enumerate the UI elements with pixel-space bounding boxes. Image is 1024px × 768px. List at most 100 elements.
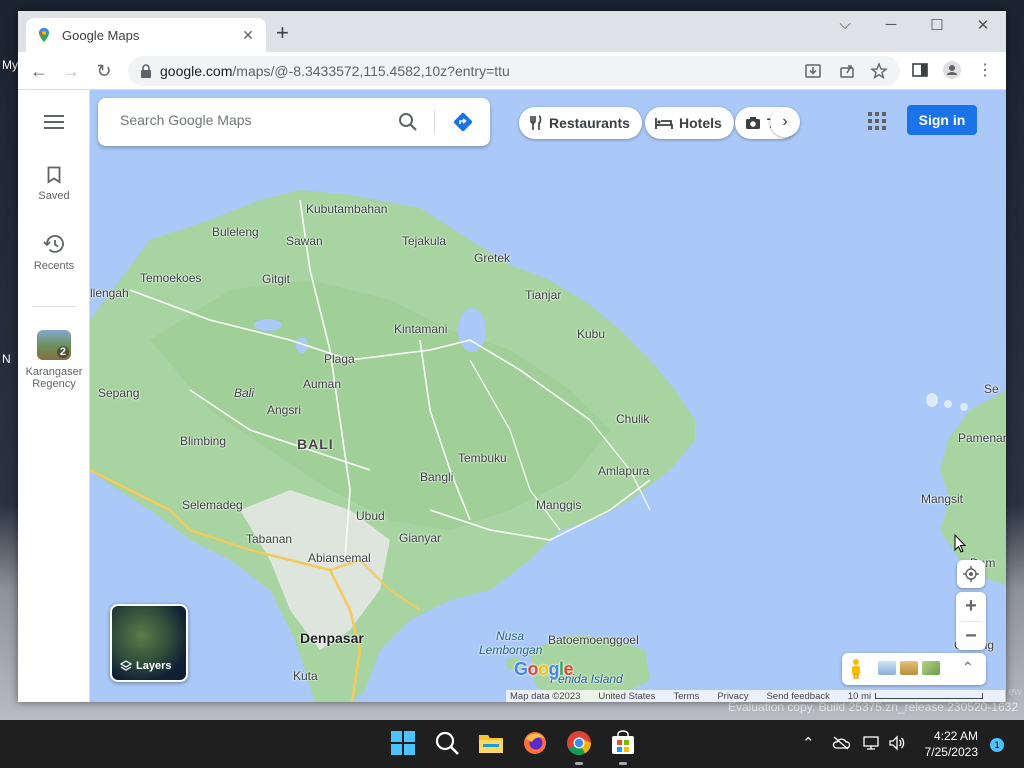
close-window-button[interactable]: ✕ (960, 16, 1006, 34)
privacy-link[interactable]: Privacy (717, 691, 748, 702)
forward-button[interactable]: → (60, 60, 82, 82)
windows-start-icon[interactable] (390, 730, 416, 756)
layers-button[interactable]: Layers (110, 604, 188, 682)
map-label[interactable]: Buleleng (212, 225, 259, 239)
map-label[interactable]: Tianjar (525, 288, 561, 302)
search-icon[interactable] (434, 730, 460, 756)
map-label[interactable]: Angsri (267, 403, 301, 417)
my-location-button[interactable] (957, 560, 985, 588)
map-label[interactable]: Chulik (616, 412, 649, 426)
new-tab-button[interactable]: + (276, 20, 289, 46)
profile-avatar-icon[interactable] (942, 60, 962, 80)
firefox-icon[interactable] (522, 730, 548, 756)
search-input[interactable] (120, 112, 380, 128)
search-icon[interactable] (398, 112, 418, 132)
send-feedback-link[interactable]: Send feedback (766, 691, 829, 702)
browser-menu-icon[interactable]: ⋮ (974, 60, 996, 82)
zoom-out-button[interactable]: − (956, 622, 986, 651)
region-link[interactable]: United States (598, 691, 655, 702)
sidebar-item-saved[interactable]: Saved (18, 166, 90, 202)
tab-close-icon[interactable]: ✕ (240, 27, 256, 44)
map-canvas[interactable]: Kubutambahan Buleleng Sawan Tejakula Gre… (90, 90, 1006, 702)
tray-overflow-chevron-icon[interactable]: ⌃ (802, 734, 815, 752)
hamburger-menu-icon[interactable] (44, 114, 64, 130)
reload-button[interactable]: ↻ (93, 60, 115, 82)
maximize-button[interactable]: ☐ (914, 16, 960, 34)
expand-chevron-icon[interactable]: ⌃ (962, 659, 974, 676)
terms-link[interactable]: Terms (673, 691, 699, 702)
map-label[interactable]: Kintamani (394, 322, 447, 336)
tab-search-chevron-icon[interactable]: ⌵ (822, 16, 868, 33)
microsoft-store-icon[interactable] (610, 730, 636, 756)
back-button[interactable]: ← (28, 60, 50, 82)
tab-google-maps[interactable]: Google Maps ✕ (26, 18, 266, 52)
map-label[interactable]: Mangsit (921, 492, 963, 506)
desktop-icon-label[interactable]: N (2, 352, 11, 366)
chip-hotels[interactable]: Hotels (645, 107, 734, 139)
scale-label[interactable]: 10 mi (848, 691, 871, 702)
map-label-region[interactable]: BALI (297, 436, 334, 452)
minimize-button[interactable]: ─ (868, 16, 914, 33)
sidebar-item-recent-place[interactable]: 2 Karangaser Regency (18, 330, 90, 390)
map-label[interactable]: Sepang (98, 386, 139, 400)
map-label[interactable]: Temoekoes (140, 271, 201, 285)
install-app-icon[interactable] (804, 62, 822, 80)
map-label[interactable]: Manggis (536, 498, 581, 512)
map-label[interactable]: Ubud (356, 509, 385, 523)
map-label[interactable]: Bangli (420, 470, 453, 484)
map-label[interactable]: Abiansemal (308, 551, 371, 565)
google-apps-icon[interactable] (868, 112, 886, 130)
zoom-in-button[interactable]: + (956, 592, 986, 621)
lock-icon[interactable] (140, 64, 152, 78)
address-bar[interactable]: google.com/maps/@-8.3433572,115.4582,10z… (128, 56, 900, 86)
map-label[interactable]: Gretek (474, 251, 510, 265)
scale-bar[interactable] (875, 693, 984, 699)
map-label[interactable]: llengah (90, 286, 129, 300)
sign-in-button[interactable]: Sign in (907, 105, 977, 135)
terrain-thumbnail[interactable] (900, 661, 918, 675)
map-label[interactable]: Gianyar (399, 531, 441, 545)
map-label[interactable]: Kuta (293, 669, 318, 683)
map-label[interactable]: Gitgit (262, 272, 290, 286)
map-label-city[interactable]: Denpasar (300, 630, 364, 646)
directions-icon[interactable] (452, 111, 474, 133)
map-label[interactable]: Batoemoenggoel (548, 633, 639, 647)
map-label[interactable]: Selemadeg (182, 498, 243, 512)
network-icon[interactable] (862, 735, 880, 751)
onedrive-offline-icon[interactable] (832, 736, 850, 750)
map-label[interactable]: Tejakula (402, 234, 446, 248)
chip-restaurants[interactable]: Restaurants (519, 107, 642, 139)
map-label[interactable]: Lembongan (479, 643, 542, 657)
map-label[interactable]: Nusa (496, 629, 524, 643)
satellite-thumbnail[interactable] (922, 661, 940, 675)
notification-badge[interactable]: 1 (990, 738, 1004, 752)
chip-label: Restaurants (549, 115, 630, 131)
map-label[interactable]: Sawan (286, 234, 323, 248)
bookmark-star-icon[interactable] (870, 62, 888, 80)
tab-title: Google Maps (62, 27, 140, 43)
side-panel-icon[interactable] (910, 60, 930, 80)
chips-next-chevron-icon[interactable]: › (770, 107, 800, 137)
share-icon[interactable] (838, 62, 856, 80)
map-label[interactable]: Auman (303, 377, 341, 391)
map-label[interactable]: Tembuku (458, 451, 507, 465)
file-explorer-icon[interactable] (478, 730, 504, 756)
pegman-icon[interactable] (850, 658, 862, 680)
map-label[interactable]: Plaga (324, 352, 355, 366)
system-clock[interactable]: 4:22 AM 7/25/2023 (925, 728, 978, 760)
sidebar-item-label: Karangaser Regency (25, 366, 83, 390)
map-label[interactable]: Kubutambahan (306, 202, 387, 216)
map-label[interactable]: Kubu (577, 327, 605, 341)
map-label[interactable]: Amlapura (598, 464, 649, 478)
map-label[interactable]: Tabanan (246, 532, 292, 546)
volume-icon[interactable] (888, 735, 906, 751)
map-label[interactable]: Se (984, 382, 999, 396)
chrome-icon[interactable] (566, 730, 592, 756)
maps-content: Saved Recents 2 Karangaser Regency Kubut… (18, 90, 1006, 702)
map-label[interactable]: Pamenan (958, 431, 1006, 445)
map-label[interactable]: Blimbing (180, 434, 226, 448)
map-label[interactable]: Bali (234, 386, 254, 400)
sidebar-item-recents[interactable]: Recents (18, 234, 90, 272)
desktop-icon-label[interactable]: My (2, 58, 18, 72)
street-view-thumbnail[interactable] (878, 661, 896, 675)
